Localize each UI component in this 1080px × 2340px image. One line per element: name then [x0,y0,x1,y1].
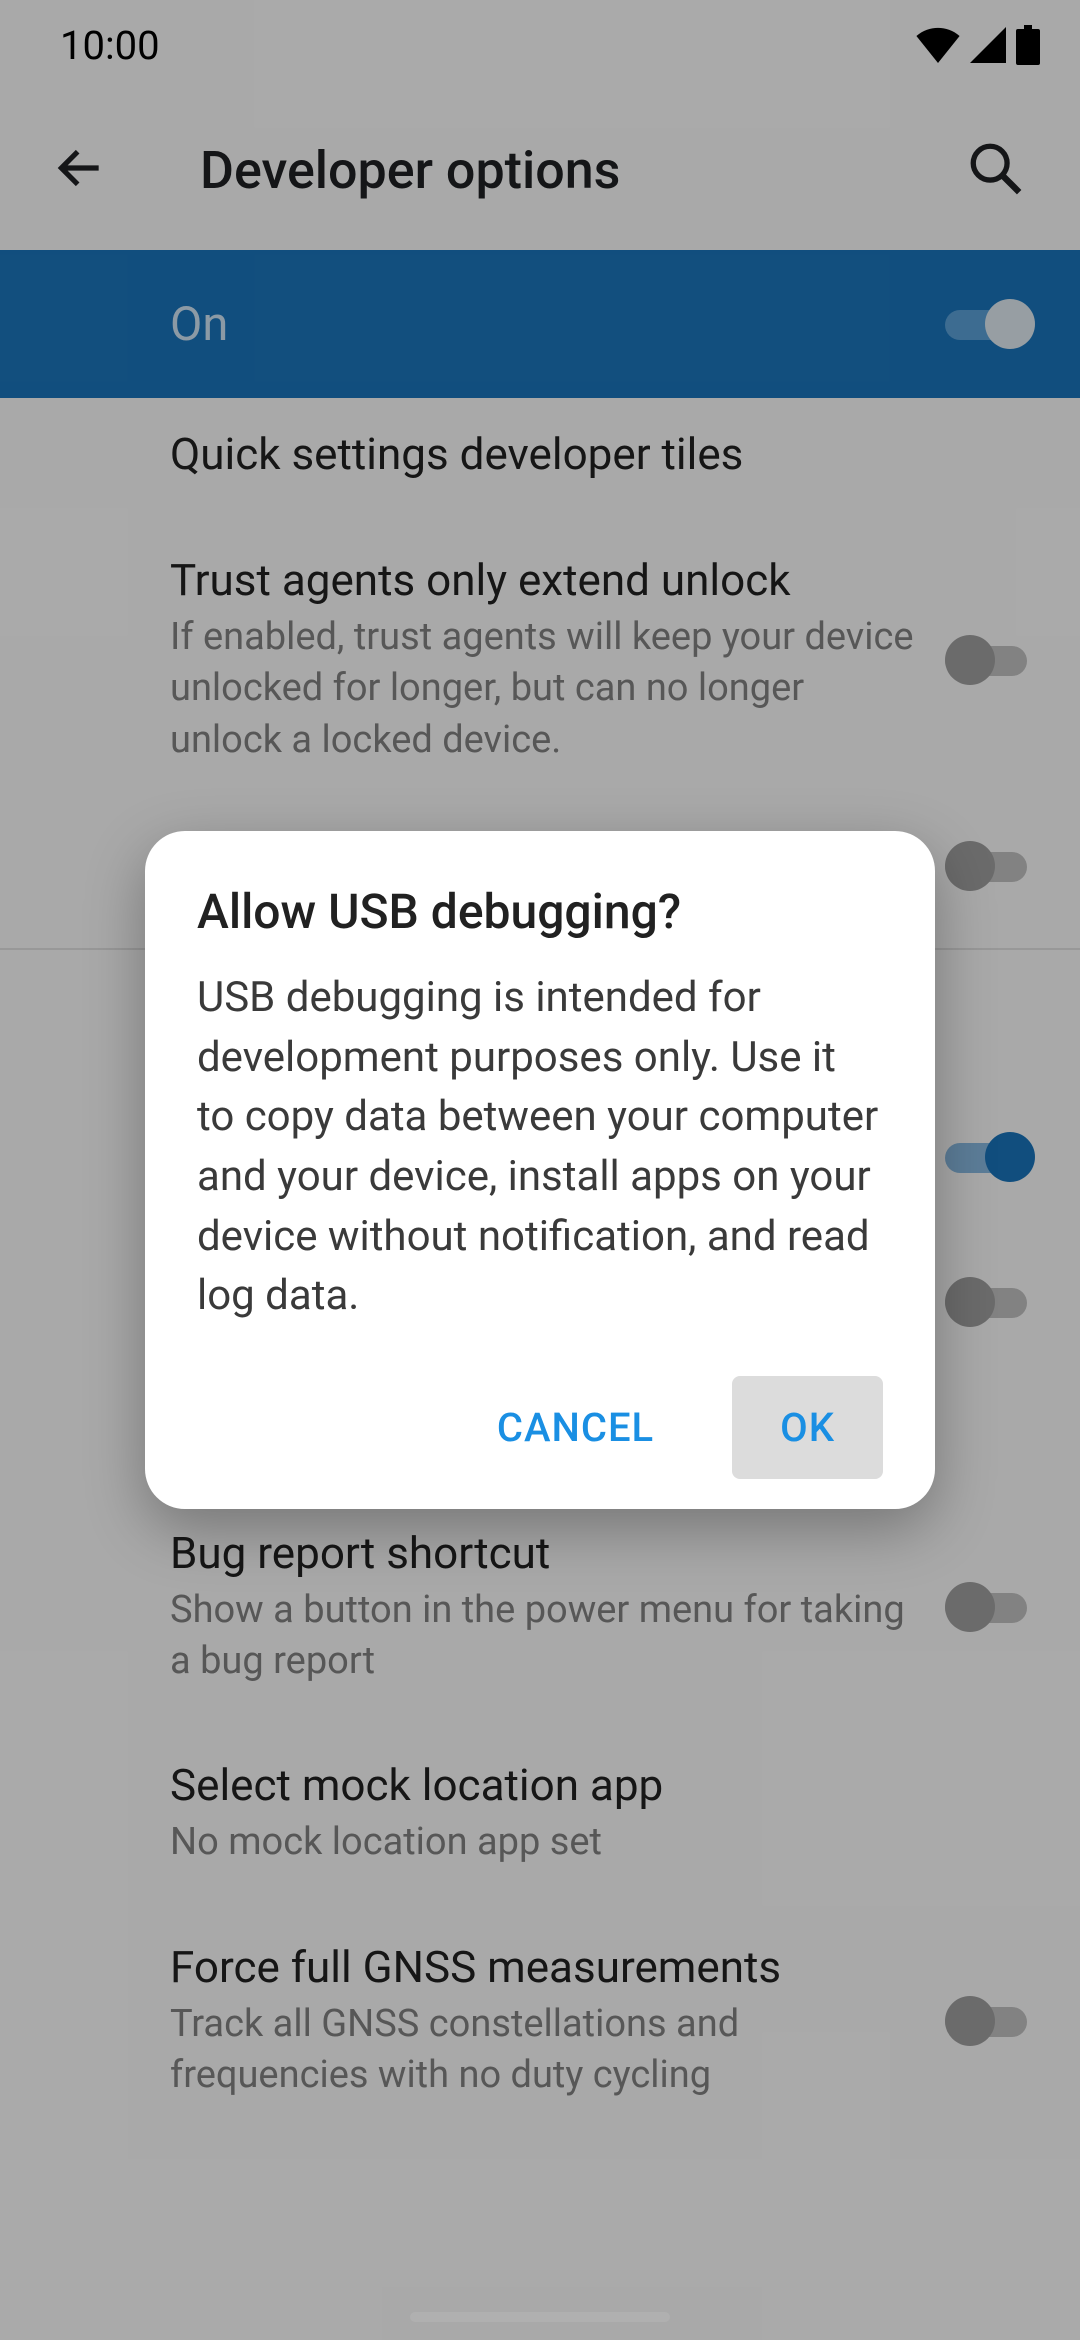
dialog-actions: CANCEL OK [197,1376,883,1479]
dialog-title: Allow USB debugging? [197,883,883,940]
screen: 10:00 Developer options On [0,0,1080,2340]
dialog-scrim[interactable]: Allow USB debugging? USB debugging is in… [0,0,1080,2340]
gesture-nav-pill[interactable] [410,2312,670,2322]
cancel-button[interactable]: CANCEL [459,1376,692,1479]
dialog-body: USB debugging is intended for developmen… [197,968,883,1326]
ok-button[interactable]: OK [732,1376,883,1479]
usb-debugging-dialog: Allow USB debugging? USB debugging is in… [145,831,935,1509]
